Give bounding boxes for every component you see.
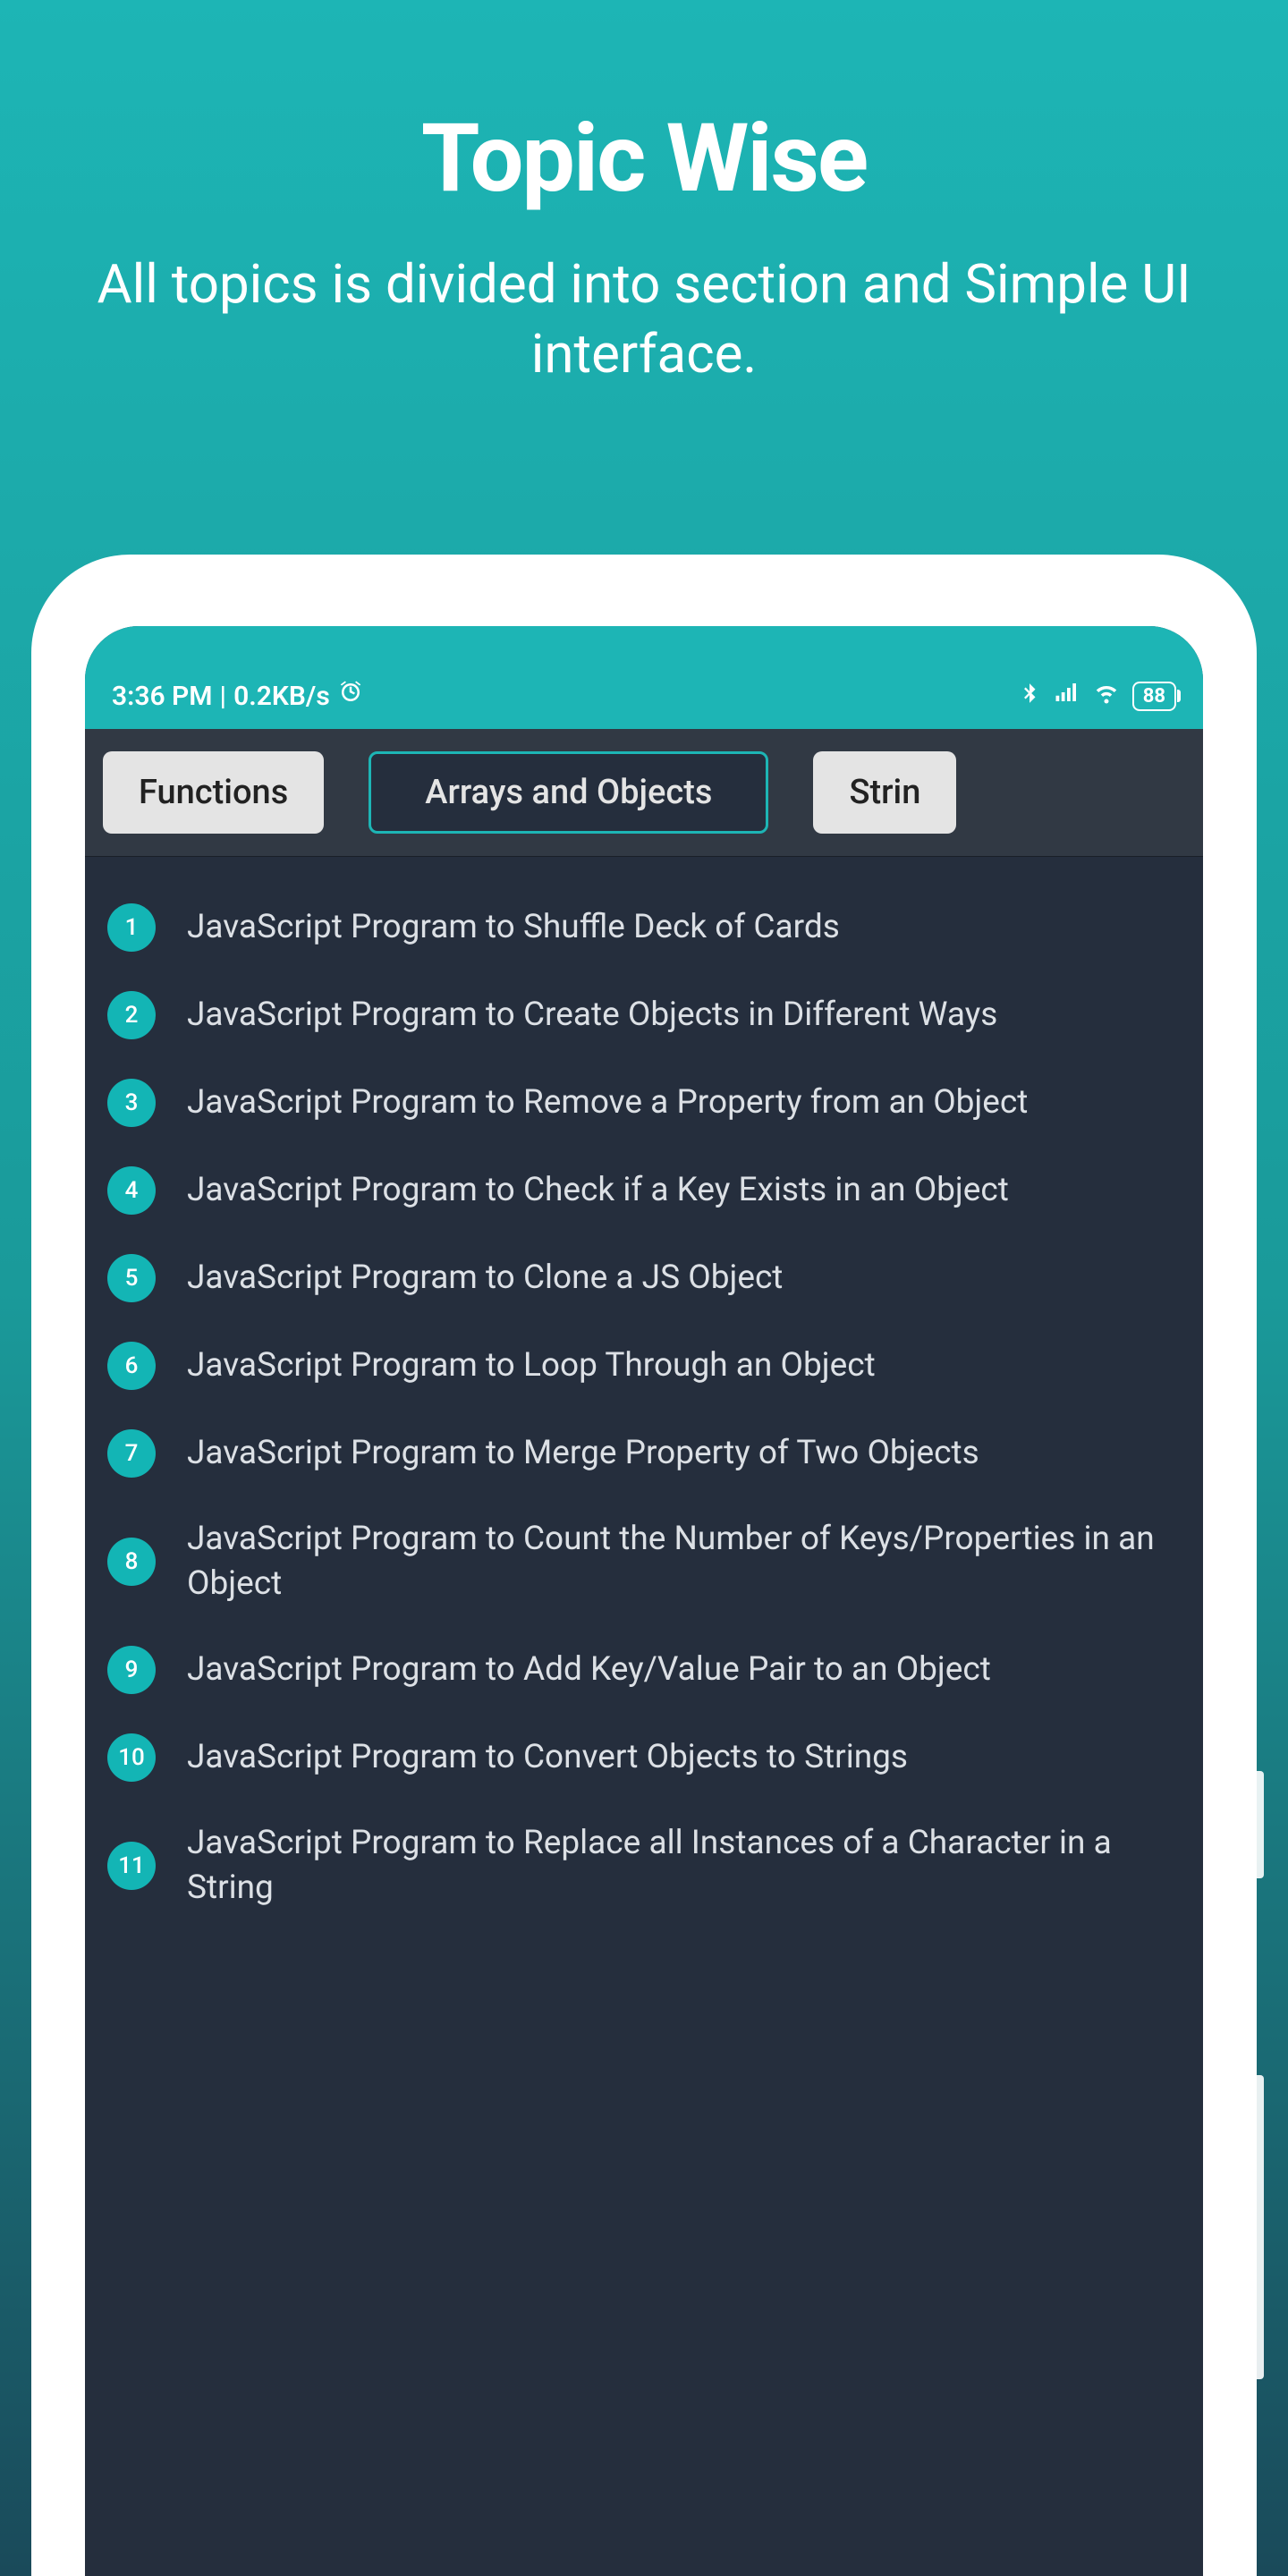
list-item[interactable]: 4 JavaScript Program to Check if a Key Ex… (107, 1147, 1181, 1234)
status-bar: 3:36 PM | 0.2KB/s 88 (85, 626, 1203, 729)
item-number-badge: 5 (107, 1254, 156, 1302)
battery-level: 88 (1143, 685, 1165, 708)
item-number-badge: 3 (107, 1079, 156, 1127)
list-item[interactable]: 7 JavaScript Program to Merge Property of… (107, 1410, 1181, 1497)
status-speed: 0.2KB/s (233, 681, 330, 712)
item-number-badge: 7 (107, 1429, 156, 1478)
item-title: JavaScript Program to Check if a Key Exi… (187, 1168, 1009, 1213)
promo-header: Topic Wise All topics is divided into se… (0, 0, 1288, 389)
item-title: JavaScript Program to Convert Objects to… (187, 1735, 908, 1780)
list-item[interactable]: 8 JavaScript Program to Count the Number … (107, 1497, 1181, 1626)
item-title: JavaScript Program to Replace all Instan… (187, 1821, 1181, 1911)
tab-arrays-and-objects[interactable]: Arrays and Objects (369, 751, 768, 834)
list-item[interactable]: 6 JavaScript Program to Loop Through an O… (107, 1322, 1181, 1410)
item-number-badge: 1 (107, 903, 156, 952)
status-time: 3:36 PM (112, 681, 213, 712)
promo-title: Topic Wise (0, 103, 1288, 214)
status-right: 88 (1018, 679, 1176, 713)
tab-strin[interactable]: Strin (813, 751, 956, 834)
bluetooth-icon (1018, 681, 1041, 712)
item-title: JavaScript Program to Add Key/Value Pair… (187, 1648, 991, 1692)
item-title: JavaScript Program to Create Objects in … (187, 993, 997, 1038)
item-number-badge: 11 (107, 1842, 156, 1890)
phone-button-notch (1257, 2075, 1264, 2379)
list-item[interactable]: 10 JavaScript Program to Convert Objects … (107, 1714, 1181, 1801)
signal-icon (1054, 679, 1080, 713)
wifi-icon (1093, 679, 1120, 713)
list-item[interactable]: 2 JavaScript Program to Create Objects in… (107, 971, 1181, 1059)
item-number-badge: 2 (107, 991, 156, 1039)
item-number-badge: 10 (107, 1733, 156, 1782)
list-item[interactable]: 1 JavaScript Program to Shuffle Deck of C… (107, 884, 1181, 971)
list-item[interactable]: 5 JavaScript Program to Clone a JS Object (107, 1234, 1181, 1322)
item-title: JavaScript Program to Merge Property of … (187, 1431, 979, 1476)
item-title: JavaScript Program to Count the Number o… (187, 1517, 1181, 1606)
alarm-icon (337, 679, 364, 713)
battery-icon: 88 (1132, 682, 1176, 711)
status-separator: | (220, 681, 227, 712)
list-item[interactable]: 9 JavaScript Program to Add Key/Value Pai… (107, 1626, 1181, 1714)
phone-button-notch (1257, 1771, 1264, 1878)
item-title: JavaScript Program to Clone a JS Object (187, 1256, 783, 1301)
phone-frame: 3:36 PM | 0.2KB/s 88 (31, 555, 1257, 2576)
item-title: JavaScript Program to Loop Through an Ob… (187, 1343, 876, 1388)
item-number-badge: 9 (107, 1646, 156, 1694)
tab-functions[interactable]: Functions (103, 751, 324, 834)
tabs-container[interactable]: Functions Arrays and Objects Strin (85, 729, 1203, 857)
item-number-badge: 6 (107, 1342, 156, 1390)
item-title: JavaScript Program to Remove a Property … (187, 1080, 1028, 1125)
list-item[interactable]: 11 JavaScript Program to Replace all Inst… (107, 1801, 1181, 1930)
phone-screen: 3:36 PM | 0.2KB/s 88 (85, 626, 1203, 2576)
list-item[interactable]: 3 JavaScript Program to Remove a Property… (107, 1059, 1181, 1147)
item-number-badge: 4 (107, 1166, 156, 1215)
programs-list[interactable]: 1 JavaScript Program to Shuffle Deck of C… (85, 857, 1203, 1957)
item-number-badge: 8 (107, 1538, 156, 1586)
promo-subtitle: All topics is divided into section and S… (0, 250, 1288, 389)
status-left: 3:36 PM | 0.2KB/s (112, 679, 364, 713)
item-title: JavaScript Program to Shuffle Deck of Ca… (187, 905, 840, 950)
